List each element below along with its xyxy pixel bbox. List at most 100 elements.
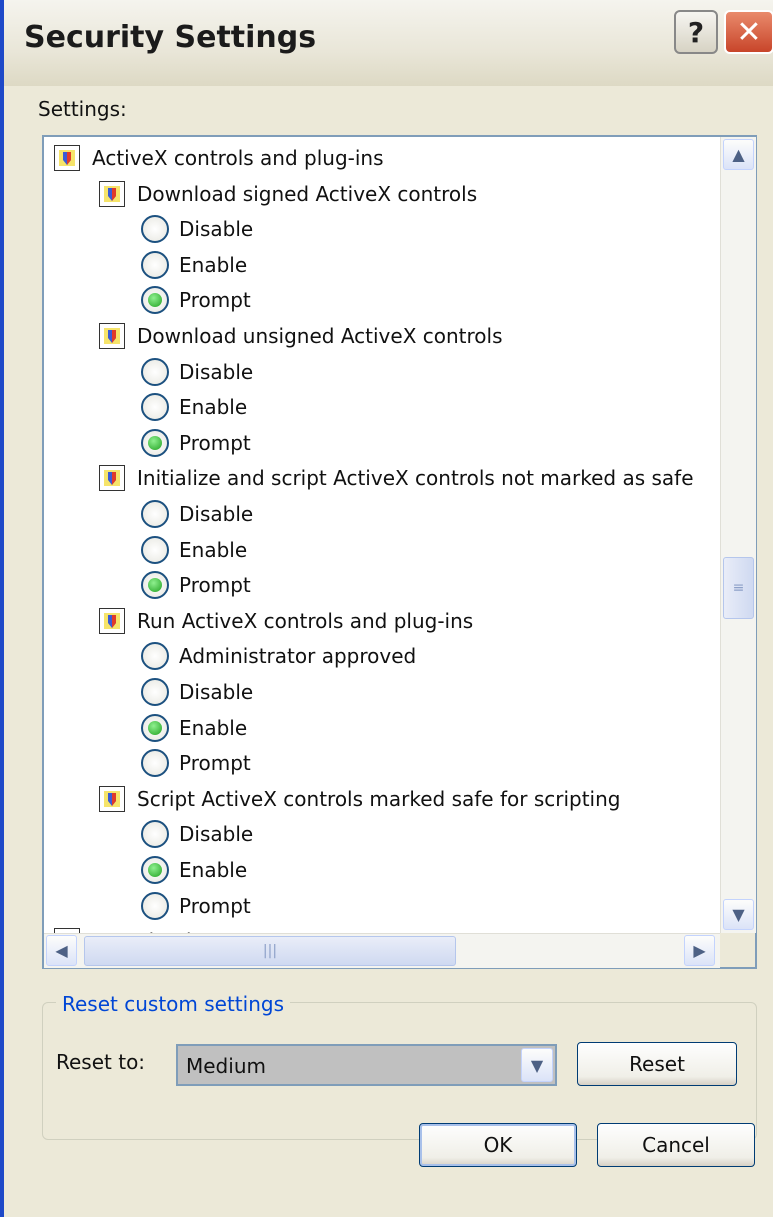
grip-icon: ≡ (732, 580, 745, 596)
radio-selected[interactable] (141, 713, 169, 742)
tree-option[interactable]: Enable (141, 248, 247, 282)
security-setting-icon (99, 180, 125, 207)
radio-unselected[interactable] (141, 535, 169, 564)
option-label: Disable (179, 680, 254, 704)
radio-unselected[interactable] (141, 678, 169, 706)
settings-tree-viewport: ActiveX controls and plug-ins Download si… (44, 137, 720, 933)
ok-button[interactable]: OK (419, 1123, 577, 1167)
chevron-down-icon: ▼ (732, 905, 745, 924)
radio-unselected[interactable] (141, 357, 169, 386)
option-label: Prompt (179, 288, 251, 313)
option-label: Prompt (179, 573, 251, 598)
horizontal-scroll-thumb[interactable]: ||| (84, 936, 456, 966)
radio-unselected[interactable] (141, 393, 169, 422)
option-label: Prompt (179, 893, 251, 918)
settings-tree[interactable]: ActiveX controls and plug-ins Download si… (42, 135, 757, 969)
scroll-up-button[interactable]: ▲ (723, 139, 754, 170)
scroll-right-button[interactable]: ▶ (684, 935, 715, 966)
tree-option[interactable]: Prompt (141, 568, 251, 602)
security-setting-icon (99, 465, 125, 492)
security-setting-icon (99, 785, 125, 812)
tree-setting-2: Initialize and script ActiveX controls n… (99, 461, 694, 495)
close-icon: ✕ (736, 14, 762, 50)
chevron-right-icon: ▶ (693, 941, 706, 960)
tree-root-downloads: Downloads (54, 924, 202, 933)
scrollbar-corner (720, 933, 755, 967)
tree-option[interactable]: Enable (141, 533, 247, 567)
help-button[interactable]: ? (674, 10, 718, 54)
tree-option[interactable]: Prompt (141, 283, 251, 317)
settings-label: Settings: (38, 97, 127, 121)
option-label: Disable (179, 217, 254, 242)
help-icon: ? (687, 15, 705, 49)
radio-selected[interactable] (141, 428, 169, 457)
security-category-icon (54, 145, 80, 171)
dialog-title: Security Settings (24, 20, 317, 55)
option-label: Enable (179, 395, 248, 420)
option-label: Enable (179, 252, 248, 277)
tree-root-activex: ActiveX controls and plug-ins (54, 141, 384, 175)
title-bar[interactable]: Security Settings ? ✕ (4, 0, 773, 86)
radio-unselected[interactable] (141, 820, 169, 849)
scroll-down-button[interactable]: ▼ (723, 899, 754, 930)
option-label: Prompt (179, 430, 251, 455)
radio-unselected[interactable] (141, 500, 169, 528)
tree-option[interactable]: Prompt (141, 746, 251, 780)
reset-level-value: Medium (186, 1054, 266, 1078)
tree-setting-4: Script ActiveX controls marked safe for … (99, 782, 620, 816)
setting-label: ActiveX controls and plug-ins (92, 146, 384, 170)
chevron-left-icon: ◀ (55, 941, 68, 960)
tree-option[interactable]: Prompt (141, 889, 251, 923)
tree-option[interactable]: Enable (141, 853, 247, 887)
security-setting-icon (99, 323, 125, 349)
tree-option[interactable]: Disable (141, 212, 253, 246)
tree-option[interactable]: Enable (141, 390, 247, 424)
cancel-button[interactable]: Cancel (597, 1123, 755, 1167)
dropdown-button[interactable]: ▼ (521, 1048, 553, 1082)
reset-to-label: Reset to: (56, 1050, 146, 1074)
tree-option[interactable]: Disable (141, 817, 253, 851)
tree-option[interactable]: Prompt (141, 426, 251, 460)
vertical-scroll-thumb[interactable]: ≡ (723, 557, 754, 619)
radio-unselected[interactable] (141, 749, 169, 778)
option-label: Disable (179, 822, 254, 847)
grip-icon: ||| (262, 943, 278, 959)
tree-option[interactable]: Administrator approved (141, 639, 416, 673)
scroll-left-button[interactable]: ◀ (46, 935, 77, 966)
radio-unselected[interactable] (141, 891, 169, 920)
option-label: Disable (179, 359, 254, 384)
tree-option[interactable]: Disable (141, 355, 253, 389)
radio-unselected[interactable] (141, 215, 169, 244)
chevron-up-icon: ▲ (732, 145, 745, 164)
radio-unselected[interactable] (141, 250, 169, 279)
reset-level-select[interactable]: Medium ▼ (176, 1044, 557, 1086)
setting-label: Script ActiveX controls marked safe for … (137, 786, 621, 811)
radio-selected[interactable] (141, 856, 169, 884)
security-setting-icon (99, 607, 125, 634)
radio-selected[interactable] (141, 571, 169, 600)
option-label: Disable (179, 502, 254, 526)
close-button[interactable]: ✕ (724, 10, 773, 54)
tree-setting-0: Download signed ActiveX controls (99, 177, 477, 211)
setting-label: Download unsigned ActiveX controls (137, 324, 503, 348)
tree-option[interactable]: Enable (141, 711, 247, 745)
chevron-down-icon: ▼ (530, 1055, 544, 1075)
option-label: Enable (179, 537, 248, 562)
radio-selected[interactable] (141, 286, 169, 315)
setting-label: Run ActiveX controls and plug-ins (137, 608, 474, 633)
reset-button[interactable]: Reset (577, 1042, 737, 1086)
option-label: Enable (179, 715, 248, 740)
option-label: Enable (179, 858, 248, 882)
vertical-scrollbar[interactable]: ▲ ≡ ▼ (720, 137, 756, 933)
horizontal-scrollbar[interactable]: ◀ ||| ▶ (44, 933, 720, 968)
security-settings-dialog: Security Settings ? ✕ Settings: ActiveX … (0, 0, 773, 1217)
reset-group-title: Reset custom settings (56, 992, 290, 1016)
tree-setting-1: Download unsigned ActiveX controls (99, 319, 503, 353)
tree-setting-3: Run ActiveX controls and plug-ins (99, 604, 473, 638)
setting-label: Initialize and script ActiveX controls n… (137, 466, 694, 491)
radio-unselected[interactable] (141, 642, 169, 671)
option-label: Administrator approved (179, 644, 417, 669)
tree-option[interactable]: Disable (141, 497, 253, 531)
option-label: Prompt (179, 751, 251, 776)
tree-option[interactable]: Disable (141, 675, 253, 709)
